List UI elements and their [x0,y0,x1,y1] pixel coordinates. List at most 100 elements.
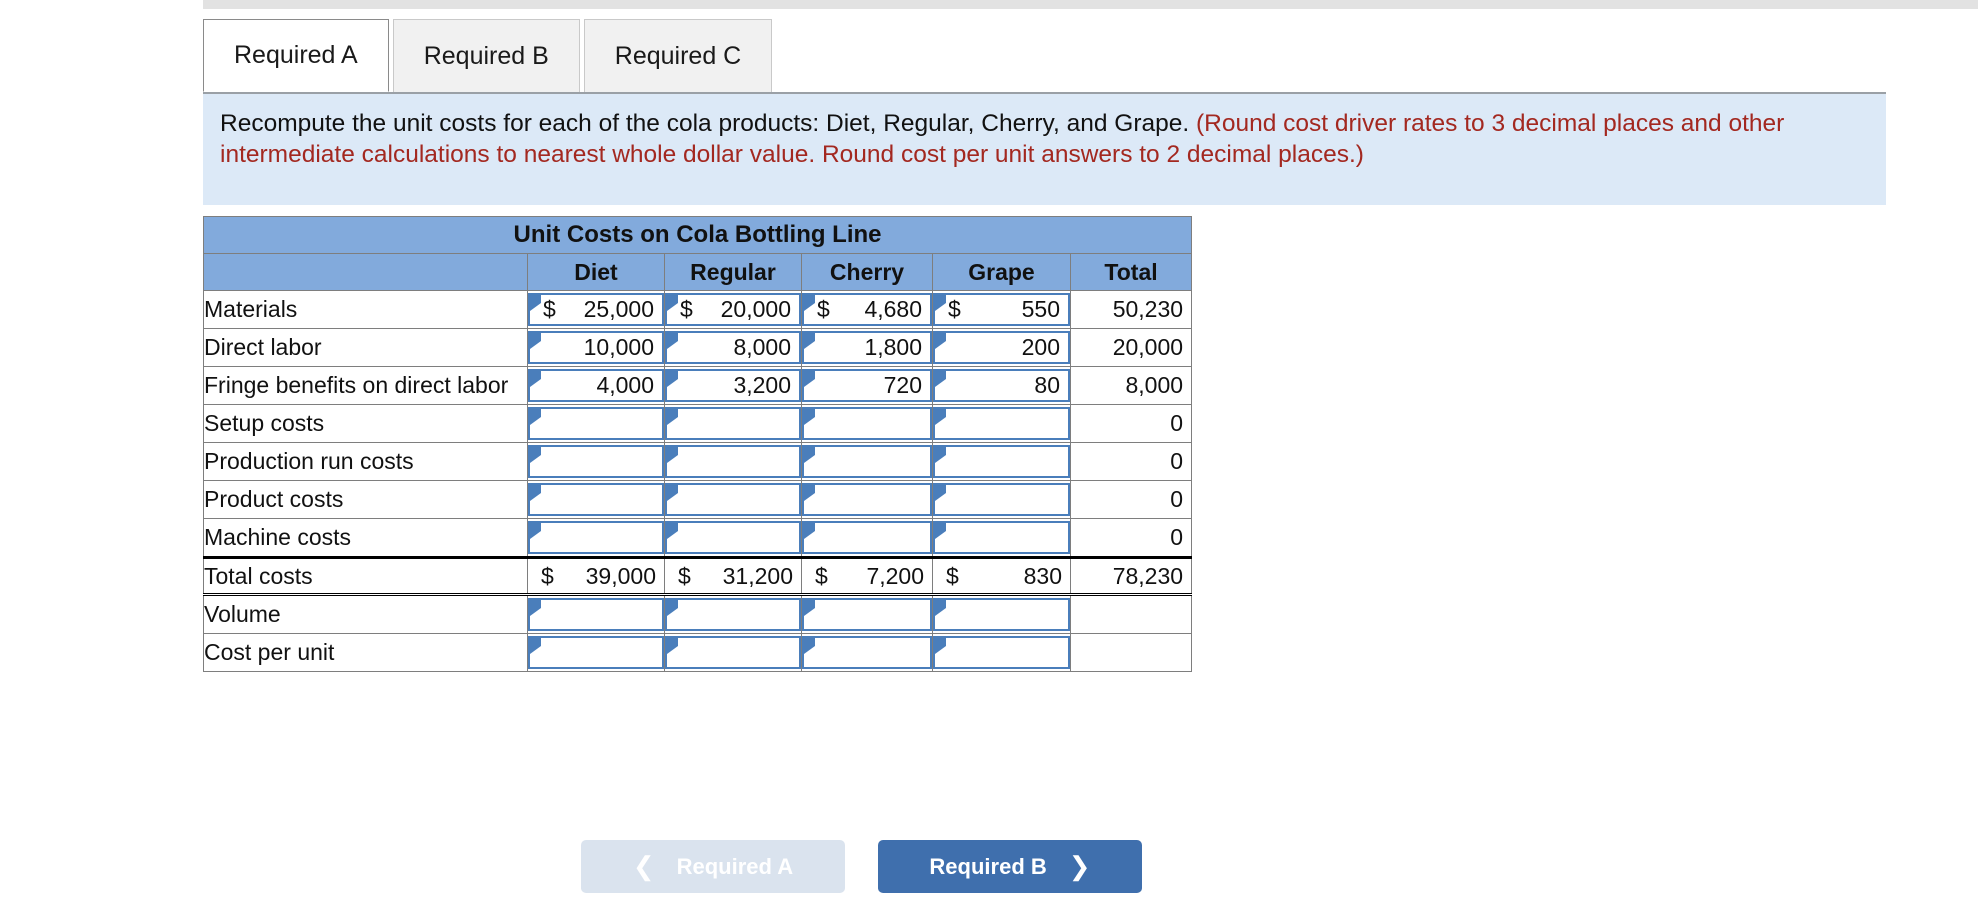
cell-input-diet[interactable] [528,445,664,478]
input-cell-grape[interactable]: $550 [932,290,1071,329]
input-cell-regular[interactable]: 8,000 [664,328,802,367]
input-cell-grape[interactable] [932,518,1071,558]
column-header-grape: Grape [932,253,1071,291]
tab-required-b[interactable]: Required B [392,19,580,92]
total-cell [1069,633,1193,672]
input-cell-regular[interactable] [664,404,802,443]
input-cell-cherry[interactable] [801,518,933,558]
cell-input-grape[interactable]: 200 [933,331,1070,364]
cell-input-diet[interactable] [528,598,664,631]
cell-value: 4,000 [596,372,654,398]
cell-input-grape[interactable]: $550 [933,293,1070,326]
input-cell-cherry[interactable] [801,442,933,481]
input-cell-regular[interactable] [664,633,802,672]
input-cell-cherry[interactable] [801,594,933,634]
input-cell-regular[interactable] [664,594,802,634]
tab-required-a[interactable]: Required A [203,19,389,92]
cell-input-regular[interactable]: $20,000 [665,293,801,326]
cell-input-grape[interactable] [933,521,1070,554]
cell-value: 10,000 [583,334,654,360]
static-cell-cherry: $7,200 [801,556,933,596]
table-title: Unit Costs on Cola Bottling Line [202,216,1193,254]
cell-input-cherry[interactable] [802,407,932,440]
input-cell-regular[interactable] [664,518,802,558]
cell-value: 3,200 [733,372,791,398]
currency-symbol: $ [815,562,828,589]
cell-input-grape[interactable] [933,483,1070,516]
input-cell-diet[interactable] [527,518,665,558]
input-cell-regular[interactable]: 3,200 [664,366,802,405]
total-cell: 8,000 [1069,366,1193,405]
input-cell-grape[interactable] [932,442,1071,481]
row-label: Fringe benefits on direct labor [203,366,528,405]
static-cell-grape: $830 [932,556,1071,596]
input-cell-grape[interactable] [932,480,1071,519]
cell-input-grape[interactable] [933,598,1070,631]
cell-input-regular[interactable]: 8,000 [665,331,801,364]
cell-input-cherry[interactable]: 1,800 [802,331,932,364]
input-cell-diet[interactable] [527,594,665,634]
input-cell-diet[interactable] [527,480,665,519]
cell-input-regular[interactable] [665,407,801,440]
total-value: 8,000 [1125,372,1184,398]
cell-input-diet[interactable] [528,636,664,669]
input-cell-diet[interactable]: 10,000 [527,328,665,367]
cell-input-regular[interactable] [665,598,801,631]
cell-input-grape[interactable] [933,636,1070,669]
cell-input-diet[interactable] [528,407,664,440]
table-row: Direct labor 10,000 8,000 1,800 200 20,000 [203,328,1193,367]
currency-symbol: $ [948,296,961,322]
cell-input-cherry[interactable] [802,521,932,554]
cell-input-regular[interactable]: 3,200 [665,369,801,402]
cell-input-diet[interactable]: 4,000 [528,369,664,402]
input-cell-cherry[interactable]: 1,800 [801,328,933,367]
input-cell-regular[interactable]: $20,000 [664,290,802,329]
input-cell-cherry[interactable]: $4,680 [801,290,933,329]
input-cell-diet[interactable] [527,442,665,481]
cell-input-grape[interactable]: 80 [933,369,1070,402]
currency-symbol: $ [543,296,556,322]
input-cell-grape[interactable]: 200 [932,328,1071,367]
input-cell-cherry[interactable] [801,404,933,443]
input-cell-grape[interactable] [932,404,1071,443]
next-requirement-button[interactable]: Required B ❯ [878,840,1142,893]
cell-input-regular[interactable] [665,483,801,516]
input-cell-diet[interactable]: $25,000 [527,290,665,329]
cell-input-cherry[interactable]: $4,680 [802,293,932,326]
cell-input-regular[interactable] [665,521,801,554]
cell-input-cherry[interactable] [802,598,932,631]
cell-input-cherry[interactable]: 720 [802,369,932,402]
cell-input-diet[interactable] [528,483,664,516]
cell-input-regular[interactable] [665,445,801,478]
cell-input-regular[interactable] [665,636,801,669]
cell-input-diet[interactable]: $25,000 [528,293,664,326]
row-label: Volume [203,594,528,634]
input-cell-grape[interactable] [932,633,1071,672]
tab-required-c[interactable]: Required C [583,19,773,92]
input-cell-cherry[interactable] [801,480,933,519]
cell-input-grape[interactable] [933,407,1070,440]
cell-input-diet[interactable] [528,521,664,554]
cell-input-grape[interactable] [933,445,1070,478]
input-cell-cherry[interactable]: 720 [801,366,933,405]
input-cell-diet[interactable]: 4,000 [527,366,665,405]
column-header-regular: Regular [664,253,802,291]
column-header-cherry: Cherry [801,253,933,291]
cell-input-diet[interactable]: 10,000 [528,331,664,364]
total-cell [1069,594,1193,634]
row-label: Machine costs [203,518,528,558]
input-cell-diet[interactable] [527,633,665,672]
unit-costs-table: Unit Costs on Cola Bottling Line Diet Reg… [202,216,1193,672]
input-cell-grape[interactable]: 80 [932,366,1071,405]
cell-input-cherry[interactable] [802,636,932,669]
input-cell-diet[interactable] [527,404,665,443]
input-cell-cherry[interactable] [801,633,933,672]
cell-input-cherry[interactable] [802,445,932,478]
input-cell-regular[interactable] [664,442,802,481]
cell-input-cherry[interactable] [802,483,932,516]
navigation-footer: ❮ Required A Required B ❯ [203,840,1191,893]
input-cell-grape[interactable] [932,594,1071,634]
worksheet-container: Unit Costs on Cola Bottling Line Diet Reg… [202,216,1193,672]
prev-requirement-button[interactable]: ❮ Required A [581,840,845,893]
input-cell-regular[interactable] [664,480,802,519]
